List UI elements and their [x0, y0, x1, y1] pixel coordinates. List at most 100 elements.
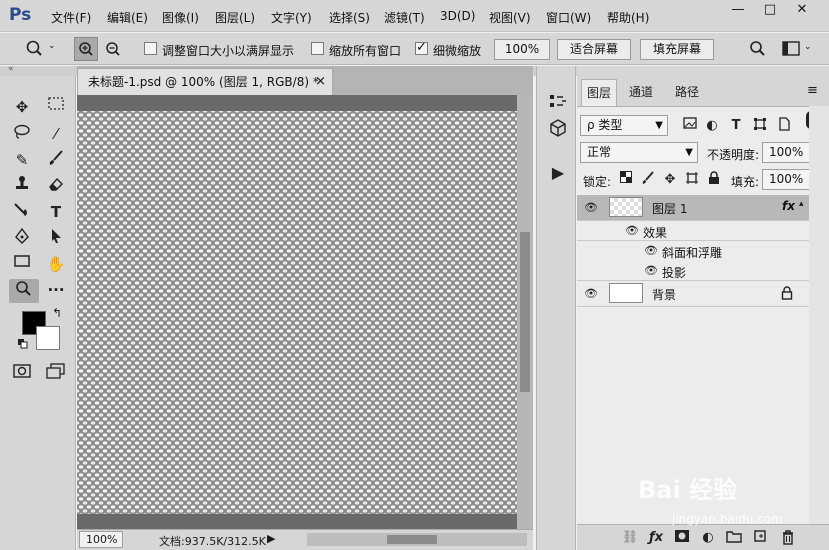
move-tool-icon[interactable]: ✥ [9, 96, 35, 118]
lock-artboard-icon[interactable] [683, 171, 701, 189]
tab-layers[interactable]: 图层 [581, 79, 617, 106]
zoom-tool-preset-icon[interactable] [25, 39, 47, 63]
new-group-folder-icon[interactable] [725, 529, 743, 547]
close-tab-icon[interactable]: × [315, 69, 326, 95]
workspace-icon[interactable] [782, 41, 800, 59]
menu-view[interactable]: 视图(V) [489, 9, 531, 26]
minimize-button[interactable]: — [722, 0, 754, 20]
search-icon[interactable] [748, 39, 768, 62]
layer-effects-group[interactable]: 👁 效果 [577, 221, 809, 241]
lock-transparent-pixels-icon[interactable] [617, 171, 635, 189]
blend-mode-select[interactable]: 正常 ▼ [580, 142, 698, 163]
horizontal-scrollbar[interactable] [307, 533, 527, 546]
info-menu-arrow-icon[interactable]: ▶ [267, 532, 275, 545]
chevron-up-icon[interactable]: ▴ [799, 199, 804, 209]
stamp-tool-icon[interactable] [9, 175, 35, 197]
document-size-info[interactable]: 文档:937.5K/312.5K [159, 533, 266, 549]
effect-bevel-emboss[interactable]: 👁 斜面和浮雕 [577, 241, 809, 261]
menu-type[interactable]: 文字(Y) [271, 9, 312, 26]
zoom-tool-icon[interactable] [9, 279, 39, 303]
pen-tool-icon[interactable] [9, 227, 35, 249]
eyedropper-tool-icon[interactable]: ✎ [9, 149, 35, 171]
fit-screen-button[interactable]: 适合屏幕 [557, 39, 631, 60]
zoom-percent-field[interactable]: 100% [494, 39, 550, 60]
type-filter-icon[interactable]: T [727, 117, 745, 135]
adjustment-filter-icon[interactable]: ◐ [703, 117, 721, 135]
menu-help[interactable]: 帮助(H) [607, 9, 649, 26]
vertical-scrollbar[interactable] [517, 95, 533, 529]
zoom-in-icon[interactable] [74, 37, 98, 61]
link-layers-icon[interactable]: ⛓ [621, 529, 639, 547]
quick-mask-icon[interactable] [13, 363, 31, 382]
vertical-scroll-thumb[interactable] [520, 232, 530, 392]
rectangle-tool-icon[interactable] [9, 253, 35, 275]
tab-channels[interactable]: 通道 [623, 79, 659, 106]
add-mask-icon[interactable] [673, 529, 691, 547]
history-panel-icon[interactable] [547, 92, 569, 114]
menu-file[interactable]: 文件(F) [51, 9, 91, 26]
path-selection-tool-icon[interactable] [43, 227, 69, 249]
layer-row-layer-1[interactable]: 👁 图层 1 fx ▴ [577, 195, 809, 221]
zoom-all-windows-checkbox[interactable] [311, 42, 324, 55]
chevron-down-icon[interactable]: ⌄ [48, 41, 56, 51]
background-color-swatch[interactable] [36, 326, 60, 350]
marquee-tool-icon[interactable] [43, 96, 69, 118]
smart-object-filter-icon[interactable] [775, 117, 793, 135]
new-adjustment-layer-icon[interactable]: ◐ [699, 529, 717, 547]
swap-colors-icon[interactable]: ↰ [52, 306, 62, 320]
add-style-fx-icon[interactable]: ƒx [647, 529, 665, 547]
brush-tool-icon[interactable] [43, 149, 69, 171]
close-window-button[interactable]: ✕ [786, 0, 818, 20]
shape-filter-icon[interactable] [751, 117, 769, 135]
menu-select[interactable]: 选择(S) [329, 9, 370, 26]
visibility-eye-icon[interactable]: 👁 [583, 287, 599, 301]
3d-cube-icon[interactable] [547, 118, 569, 140]
status-zoom-field[interactable]: 100% [79, 531, 123, 548]
effect-drop-shadow[interactable]: 👁 投影 [577, 261, 809, 281]
default-colors-icon[interactable] [18, 338, 28, 349]
layer-filter-select[interactable]: ρ 类型 ▼ [580, 115, 668, 136]
more-tools-icon[interactable]: ··· [43, 279, 69, 301]
pixel-filter-icon[interactable] [681, 117, 699, 135]
delete-layer-trash-icon[interactable] [779, 529, 797, 547]
layer-row-background[interactable]: 👁 背景 [577, 281, 809, 307]
magic-wand-tool-icon[interactable]: ⁄ [43, 123, 69, 145]
menu-layer[interactable]: 图层(L) [215, 9, 255, 26]
panel-menu-icon[interactable]: ≡ [807, 83, 818, 98]
lock-image-pixels-icon[interactable] [639, 171, 657, 189]
visibility-eye-icon[interactable]: 👁 [643, 264, 659, 278]
eraser-tool-icon[interactable] [43, 175, 69, 197]
fill-screen-button[interactable]: 填充屏幕 [640, 39, 714, 60]
visibility-eye-icon[interactable]: 👁 [643, 244, 659, 258]
effect-name: 斜面和浮雕 [662, 246, 723, 260]
blur-tool-icon[interactable] [9, 201, 35, 223]
play-actions-icon[interactable]: ▶ [547, 162, 569, 184]
document-tab[interactable]: 未标题-1.psd @ 100% (图层 1, RGB/8) * × [77, 68, 333, 95]
type-tool-icon[interactable]: T [43, 201, 69, 223]
tab-paths[interactable]: 路径 [669, 79, 705, 106]
horizontal-scroll-thumb[interactable] [387, 535, 437, 544]
menu-edit[interactable]: 编辑(E) [107, 9, 148, 26]
menu-3d[interactable]: 3D(D) [440, 9, 475, 23]
canvas-image[interactable] [77, 111, 517, 514]
lasso-tool-icon[interactable] [9, 123, 35, 145]
layers-scrollbar[interactable] [809, 106, 829, 524]
visibility-eye-icon[interactable]: 👁 [624, 224, 640, 238]
menu-image[interactable]: 图像(I) [162, 9, 199, 26]
effects-fx-icon[interactable]: fx [782, 199, 795, 213]
collapse-arrows-icon[interactable]: « [8, 64, 14, 74]
menu-filter[interactable]: 滤镜(T) [384, 9, 425, 26]
photoshop-window: Ps 文件(F) 编辑(E) 图像(I) 图层(L) 文字(Y) 选择(S) 滤… [0, 0, 829, 550]
maximize-button[interactable]: □ [754, 0, 786, 20]
hand-tool-icon[interactable]: ✋ [43, 253, 69, 275]
resize-windows-checkbox[interactable] [144, 42, 157, 55]
menu-window[interactable]: 窗口(W) [546, 9, 591, 26]
lock-position-icon[interactable]: ✥ [661, 171, 679, 189]
lock-all-icon[interactable] [705, 171, 723, 189]
visibility-eye-icon[interactable]: 👁 [583, 201, 599, 215]
new-layer-icon[interactable] [751, 529, 769, 547]
scrubby-zoom-checkbox[interactable] [415, 40, 428, 55]
screen-mode-icon[interactable] [46, 363, 68, 382]
chevron-down-icon[interactable]: ⌄ [804, 42, 812, 52]
zoom-out-icon[interactable] [102, 38, 124, 63]
